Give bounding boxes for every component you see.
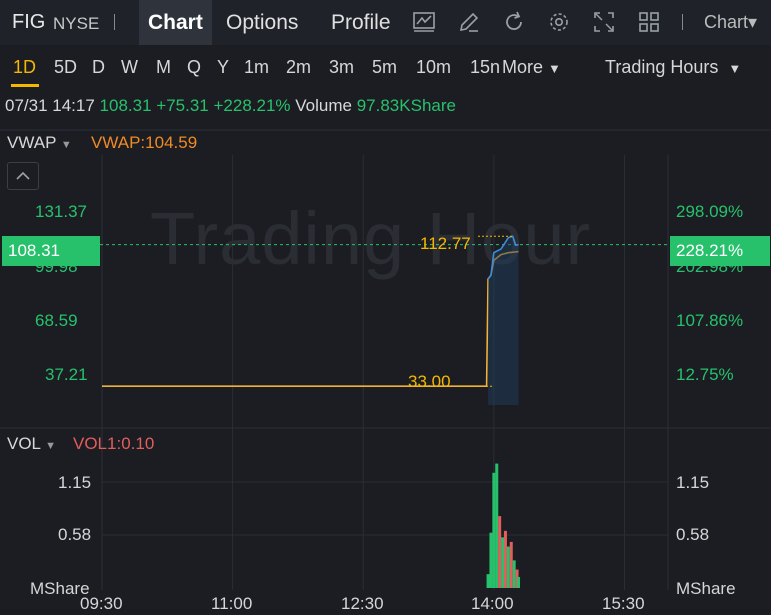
volume-bar [501, 537, 505, 588]
price-indicator-selector[interactable]: VWAP ▼ [7, 133, 72, 153]
collapse-panel-button[interactable] [7, 162, 39, 190]
x-tick: 14:00 [471, 594, 514, 613]
vol-y-tick-right: 0.58 [676, 525, 710, 544]
vol-y-tick-left: 0.58 [58, 525, 92, 544]
volume-bar [498, 516, 502, 588]
vol-y-tick-right: 1.15 [676, 473, 710, 492]
price-volume-chart[interactable] [0, 0, 771, 615]
volume-indicator-selector[interactable]: VOL ▼ [7, 434, 56, 454]
vwap-series-line [102, 250, 519, 387]
volume-bar [509, 541, 513, 588]
y-tick-left: 68.59 [35, 311, 78, 330]
volume-bar [512, 560, 516, 588]
y-tick-right: 298.09% [676, 202, 744, 221]
last-pct-badge: 228.21% [670, 236, 770, 266]
caret-down-icon: ▼ [45, 440, 57, 452]
x-tick: 11:00 [211, 594, 253, 613]
vol1-value: VOL1:0.10 [73, 434, 155, 453]
y-tick-right: 12.75% [676, 365, 734, 384]
volume-bar [486, 574, 490, 588]
indicator-name: VOL [7, 434, 41, 453]
caret-down-icon: ▼ [60, 139, 72, 151]
y-tick-left: 131.37 [35, 202, 87, 221]
vwap-value: VWAP:104.59 [91, 133, 198, 152]
x-tick: 09:30 [80, 594, 123, 613]
vol-unit-right: MShare [676, 579, 736, 598]
x-tick: 12:30 [341, 594, 384, 613]
y-tick-right: 107.86% [676, 311, 744, 330]
chevron-up-icon [16, 171, 30, 180]
volume-bar [492, 472, 496, 588]
x-tick: 15:30 [602, 594, 645, 613]
low-price-label: 33.00 [408, 372, 451, 391]
high-price-label: 112.77 [420, 234, 471, 253]
indicator-name: VWAP [7, 133, 57, 152]
last-price-badge: 108.31 [2, 236, 100, 266]
volume-bar [517, 576, 521, 588]
volume-bar [489, 532, 493, 588]
volume-bar [503, 530, 507, 588]
volume-bar [495, 463, 499, 588]
volume-bar [506, 546, 510, 588]
vol-y-tick-left: 1.15 [58, 473, 92, 492]
y-tick-left: 37.21 [45, 365, 88, 384]
